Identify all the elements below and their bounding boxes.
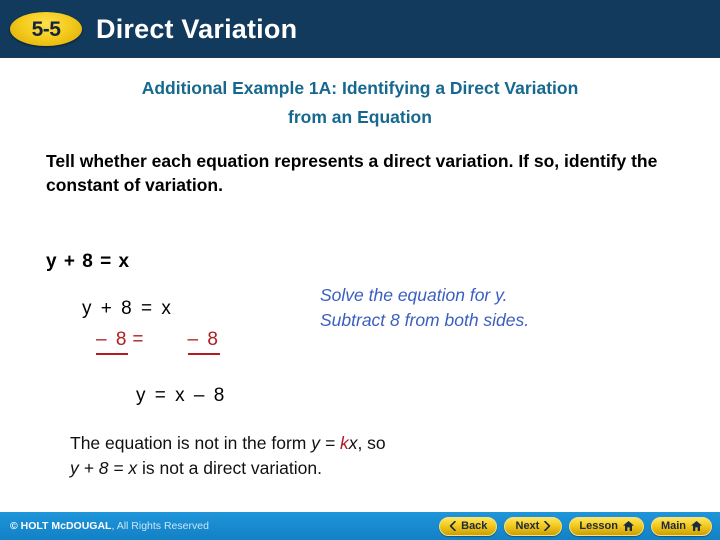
nav-button-back[interactable]: Back [439,516,498,536]
home-icon [622,521,634,531]
result-equation: y = x – 8 [136,385,227,406]
chevron-left-icon [449,521,456,531]
conclusion-part-2: , so [357,433,386,453]
nav-button-label: Back [461,519,488,532]
lesson-number-badge: 5-5 [10,12,82,46]
subtract-left-term: – 8 [96,329,129,355]
home-icon [691,521,702,531]
given-equation-text: y + 8 = x [46,251,131,272]
conclusion-line-2-equation: y + 8 = x [70,458,138,479]
nav-button-main[interactable]: Main [650,516,712,536]
nav-button-label: Next [515,519,540,532]
conclusion-constant-k: k [339,433,349,453]
subtract-right-term: – 8 [187,329,220,355]
work-equals-sign: = [132,329,146,350]
nav-button-next[interactable]: Next [504,516,563,536]
page-title: Direct Variation [96,13,298,44]
solution-work-block: y + 8 = x – 8 = – 8 [46,298,306,355]
step-annotation: Solve the equation for y. Subtract 8 fro… [320,283,529,334]
copyright-notice: © HOLT McDOUGAL, All Rights Reserved [10,520,209,532]
conclusion-formula-prefix: y = [311,433,340,453]
nav-button-label: Main [660,519,686,532]
copyright-rights: , All Rights Reserved [111,520,209,532]
slide-header: 5-5 Direct Variation [0,0,720,58]
nav-button-label: Lesson [579,519,618,532]
example-subtitle: Additional Example 1A: Identifying a Dir… [0,74,720,132]
nav-button-lesson[interactable]: Lesson [569,516,644,536]
example-subtitle-line-1: Additional Example 1A: Identifying a Dir… [141,78,579,98]
given-equation: y + 8 = x [46,251,130,273]
copyright-brand: © HOLT McDOUGAL [10,520,112,532]
chevron-right-icon [544,521,551,531]
footer-navigation: Back Next Lesson Main [439,516,712,536]
conclusion-part-1: The equation is not in the form [70,433,312,453]
lesson-number-label: 5-5 [31,17,61,41]
slide-footer: © HOLT McDOUGAL, All Rights Reserved Bac… [0,512,720,540]
step-annotation-line-2: Subtract 8 from both sides. [320,310,530,331]
work-subtraction-line: – 8 = – 8 [46,329,306,355]
conclusion-statement: The equation is not in the form y = kx, … [70,431,670,482]
conclusion-line-2-rest: is not a direct variation. [137,458,322,479]
work-equation-line: y + 8 = x [82,298,173,319]
step-annotation-line-1: Solve the equation for y. [320,285,508,305]
example-subtitle-line-2: from an Equation [288,106,432,127]
problem-prompt: Tell whether each equation represents a … [46,151,658,195]
